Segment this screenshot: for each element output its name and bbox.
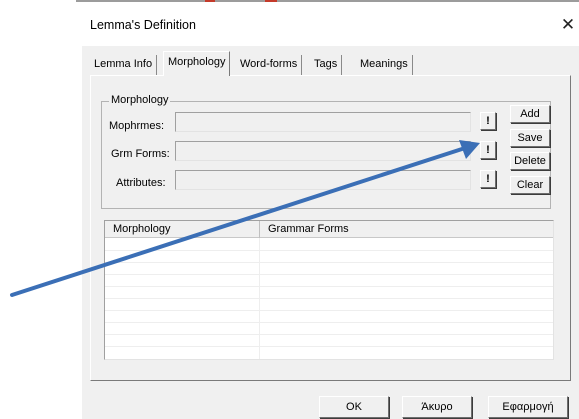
lemma-definition-dialog: Lemma's Definition ✕ Lemma Info Morpholo…: [82, 2, 579, 419]
tab-morphology[interactable]: Morphology: [163, 51, 231, 76]
morphemes-label: Mophrmes:: [109, 120, 165, 132]
dialog-title: Lemma's Definition: [90, 18, 196, 32]
list-header: Morphology Grammar Forms: [105, 221, 553, 238]
list-row: [105, 239, 553, 251]
cancel-button[interactable]: Άκυρο: [402, 396, 472, 418]
tab-tags[interactable]: Tags: [310, 55, 343, 75]
list-row: [105, 287, 553, 299]
delete-button[interactable]: Delete: [510, 152, 550, 170]
close-icon[interactable]: ✕: [560, 16, 576, 33]
list-row: [105, 323, 553, 335]
list-row: [105, 251, 553, 263]
column-morphology[interactable]: Morphology: [105, 221, 260, 238]
dialog-client-area: Lemma Info Morphology Word-forms Tags Me…: [82, 46, 579, 419]
morphemes-lookup-button[interactable]: !: [480, 112, 496, 130]
list-row: [105, 275, 553, 287]
morphology-list[interactable]: Morphology Grammar Forms: [104, 220, 554, 360]
tab-word-forms[interactable]: Word-forms: [236, 55, 303, 75]
grm-forms-lookup-button[interactable]: !: [480, 141, 496, 159]
apply-button[interactable]: Εφαρμογή: [488, 396, 568, 418]
groupbox-title: Morphology: [109, 94, 171, 106]
list-row: [105, 311, 553, 323]
add-button[interactable]: Add: [510, 105, 550, 123]
attributes-field[interactable]: [175, 170, 471, 190]
attributes-label: Attributes:: [116, 177, 166, 189]
list-row: [105, 299, 553, 311]
grm-forms-field[interactable]: [175, 141, 471, 161]
tab-lemma-info[interactable]: Lemma Info: [90, 55, 158, 75]
list-row: [105, 335, 553, 347]
tab-meanings[interactable]: Meanings: [356, 55, 413, 75]
ok-button[interactable]: OK: [319, 396, 389, 418]
column-grammar-forms[interactable]: Grammar Forms: [260, 221, 553, 238]
grm-forms-label: Grm Forms:: [111, 148, 170, 160]
attributes-lookup-button[interactable]: !: [480, 170, 496, 188]
morphemes-field[interactable]: [175, 112, 471, 132]
clear-button[interactable]: Clear: [510, 176, 550, 194]
save-button[interactable]: Save: [510, 129, 550, 147]
list-row: [105, 263, 553, 275]
